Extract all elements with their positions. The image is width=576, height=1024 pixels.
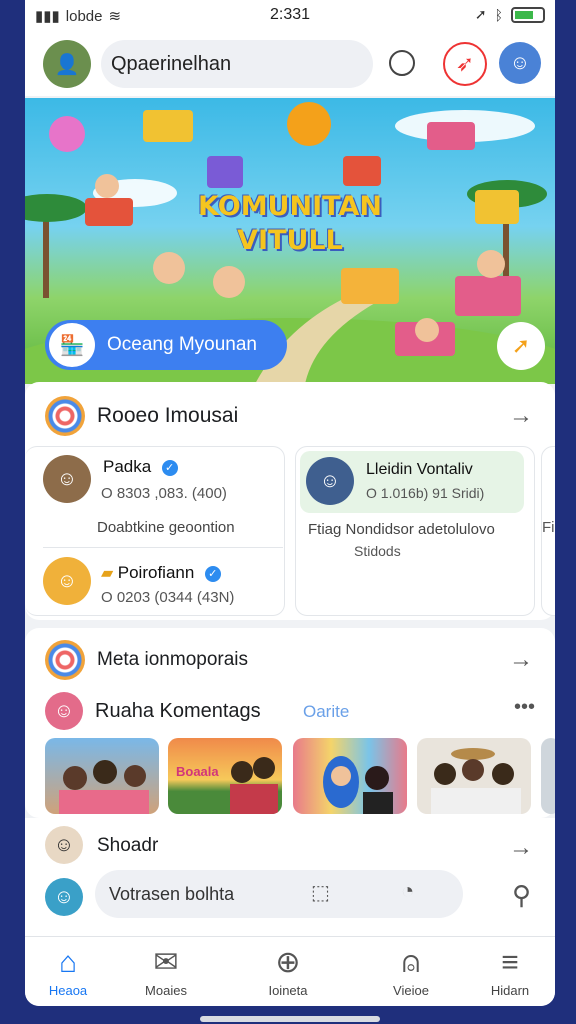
group-title: Ruaha Komentags xyxy=(95,700,261,722)
section-title: Meta ionmoporais xyxy=(97,649,249,670)
target-icon xyxy=(45,640,85,680)
featured-caption-2: Stidods xyxy=(354,543,401,559)
community-banner[interactable]: KOMUNITAN VITULL 🏪 Oceang Myounan ➚ xyxy=(25,98,555,384)
nav-create[interactable]: ⊕ Ioineta xyxy=(243,943,333,998)
banner-title: KOMUNITAN VITULL xyxy=(198,191,382,256)
divider xyxy=(43,547,283,548)
list-item[interactable]: ☺ Padka ✓ O 8303 ,083. (400) xyxy=(43,455,273,511)
communities-header[interactable]: Meta ionmoporais xyxy=(45,640,248,680)
plus-icon: ⊕ xyxy=(275,946,301,979)
arrow-right-icon[interactable]: → xyxy=(509,646,533,674)
section-title: Shoadr xyxy=(97,835,159,856)
profile-icon: ⍝ xyxy=(402,946,420,979)
chat-icon[interactable]: ⬚ xyxy=(311,880,330,905)
section-title: Rooeo Imousai xyxy=(97,404,239,427)
person-name: Lleidin Vontaliv xyxy=(366,461,473,478)
share-button[interactable]: ➚ xyxy=(497,322,545,370)
photo-thumbnail[interactable]: Boaala xyxy=(168,738,282,814)
person-stats: O 8303 ,083. (400) xyxy=(101,485,227,502)
group-row[interactable]: ☺ Ruaha Komentags Oarite ••• xyxy=(45,692,535,732)
bluetooth-icon: ᛒ xyxy=(494,6,503,23)
menu-icon: ≡ xyxy=(501,946,519,979)
nav-menu[interactable]: ≡ Hidarn xyxy=(465,943,555,998)
reaction-icon[interactable]: ◔ xyxy=(401,878,414,904)
search-placeholder: Qpaerinelhan xyxy=(111,53,232,75)
person-stats: O 0203 (0344 (43N) xyxy=(101,589,235,606)
bottom-nav: ⌂ Heaoa ✉ Moaies ⊕ Ioineta ⍝ Vieioe ≡ Hi… xyxy=(25,936,555,1006)
join-community-button[interactable]: 🏪 Oceang Myounan xyxy=(45,320,287,370)
user-icon: 👤 xyxy=(54,53,80,76)
photo-thumbnail[interactable] xyxy=(293,738,407,814)
nav-messages[interactable]: ✉ Moaies xyxy=(121,943,211,998)
badge-icon: ▰ xyxy=(101,565,114,582)
top-bar: 👤 Qpaerinelhan ➶ ☺ xyxy=(25,30,555,96)
share-row[interactable]: ☺ Shoadr xyxy=(45,826,535,866)
composer-input[interactable]: Votrasen bolhta ⬚ ◔ xyxy=(95,870,463,918)
next-card-peek[interactable]: Fi xyxy=(541,446,555,616)
person-name: Poirofiann xyxy=(117,563,195,582)
people-caption: Doabtkine geoontion xyxy=(97,519,235,536)
nav-home[interactable]: ⌂ Heaoa xyxy=(25,943,113,998)
shop-icon: 🏪 xyxy=(49,323,95,367)
nav-profile[interactable]: ⍝ Vieioe xyxy=(366,943,456,998)
home-icon: ⌂ xyxy=(58,946,78,979)
verified-icon: ✓ xyxy=(204,565,221,582)
status-bar: ▮▮▮ lobde ≋ 2:331 ➚ ᛒ xyxy=(25,0,555,30)
verified-icon: ✓ xyxy=(161,459,178,476)
account-avatar[interactable]: ☺ xyxy=(499,42,541,84)
messages-icon: ✉ xyxy=(153,946,179,979)
people-list-card: ☺ Padka ✓ O 8303 ,083. (400) Doabtkine g… xyxy=(25,446,285,616)
suggestions-card: Rooeo Imousai → ☺ Padka ✓ O 8303 ,083. (… xyxy=(25,382,555,620)
featured-person-card[interactable]: ☺ Lleidin Vontaliv O 1.016b) 91 Sridi) F… xyxy=(295,446,535,616)
avatar: ☺ xyxy=(43,455,91,503)
target-icon xyxy=(45,396,85,436)
list-item[interactable]: ☺ ▰ Poirofiann ✓ O 0203 (0344 (43N) xyxy=(43,557,273,613)
person-icon: ☺ xyxy=(509,51,531,74)
photo-thumbnail[interactable] xyxy=(417,738,531,814)
person-name: Padka xyxy=(103,457,152,476)
share-card: ☺ Shoadr → ☺ Votrasen bolhta ⬚ ◔ ⚲ xyxy=(25,818,555,936)
add-friend-icon[interactable]: ⚲ xyxy=(512,880,531,911)
avatar: ☺ xyxy=(306,457,354,505)
composer-avatar: ☺ xyxy=(45,878,83,916)
featured-caption: Ftiag Nondidsor adetolulovo xyxy=(308,521,495,538)
avatar: ☺ xyxy=(43,557,91,605)
location-icon: ➚ xyxy=(474,6,487,22)
photo-thumbnail[interactable] xyxy=(45,738,159,814)
battery-icon xyxy=(511,6,545,23)
search-input[interactable]: Qpaerinelhan xyxy=(101,40,373,88)
phone-screen: ▮▮▮ lobde ≋ 2:331 ➚ ᛒ 👤 Qpaerinelhan ➶ ☺ xyxy=(25,0,555,1006)
arrow-right-icon[interactable]: → xyxy=(509,402,533,430)
person-stats: O 1.016b) 91 Sridi) xyxy=(366,485,485,501)
profile-avatar[interactable]: 👤 xyxy=(43,40,91,88)
avatar: ☺ xyxy=(45,826,83,864)
composer-placeholder: Votrasen bolhta xyxy=(109,884,235,904)
camera-icon[interactable] xyxy=(389,50,415,76)
share-arrow-icon: ➚ xyxy=(511,333,531,358)
rocket-icon: ➶ xyxy=(455,51,475,76)
group-badge: Oarite xyxy=(303,702,350,721)
notifications-avatar[interactable]: ➶ xyxy=(443,42,487,86)
more-icon[interactable]: ••• xyxy=(514,696,535,719)
arrow-right-icon[interactable]: → xyxy=(509,834,533,862)
home-indicator xyxy=(200,1016,380,1022)
photo-thumbnail-peek[interactable] xyxy=(541,738,555,814)
suggestions-header[interactable]: Rooeo Imousai xyxy=(45,396,238,436)
group-avatar: ☺ xyxy=(45,692,83,730)
peek-label: Fi xyxy=(542,519,555,536)
